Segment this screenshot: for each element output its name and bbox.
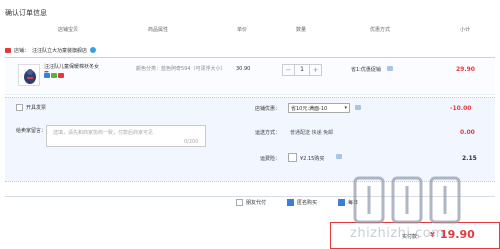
- invoice-option[interactable]: 开具发票: [16, 104, 46, 111]
- col-price: 单价: [237, 27, 248, 33]
- anonymous-label: 匿名购买: [297, 200, 318, 206]
- product-props: 颜色分类：蓝色阿奇594（可漂浮大小）: [136, 66, 226, 72]
- shop-icon: [5, 47, 11, 53]
- shop-discount-label: 店铺优惠：: [255, 106, 281, 112]
- insurance-info-icon[interactable]: [336, 154, 342, 161]
- shop-discount-option: 省10元:满面-10: [291, 105, 328, 112]
- discount-info-icon[interactable]: [387, 66, 393, 71]
- pay-for-other-checkbox[interactable]: [236, 199, 243, 206]
- col-props: 商品属性: [148, 27, 169, 33]
- unit-price: 30.90: [236, 66, 251, 72]
- invoice-checkbox[interactable]: [16, 104, 23, 111]
- shop-discount-select[interactable]: 省10元:满面-10 ▾: [288, 103, 350, 113]
- tag-7day-icon: [44, 73, 50, 78]
- shop-discount-value: -10.00: [450, 105, 472, 112]
- shop-label: 店铺：: [14, 47, 30, 54]
- quantity-stepper: − 1 +: [282, 64, 322, 76]
- shipping-method: 普通配送 快递 免邮: [290, 130, 334, 136]
- message-char-count: 0/200: [184, 139, 199, 145]
- shop-discount-info-icon[interactable]: [355, 105, 361, 112]
- tag-guarantee-icon: [51, 73, 57, 78]
- chevron-down-icon: ▾: [344, 105, 347, 111]
- qty-minus-button[interactable]: −: [283, 65, 294, 75]
- anonymous-checkbox[interactable]: [287, 199, 294, 206]
- invoice-label: 开具发票: [26, 105, 47, 111]
- watermark-logo: [353, 176, 461, 224]
- discount-method: 省1:优惠促销: [351, 67, 381, 73]
- shop-row: 店铺： 汪汪队立大功童装旗舰店: [5, 45, 97, 55]
- col-discount: 优惠方式: [370, 27, 391, 33]
- payment-total: 19.90: [440, 228, 475, 241]
- shipping-label: 运送方式：: [255, 130, 281, 136]
- message-label: 给卖家留言：: [16, 128, 47, 134]
- message-placeholder: 选填，请先和商家协商一致，付款后商家可见: [53, 130, 154, 136]
- watermark-text: zhizhizhi.com: [350, 226, 445, 241]
- anonymous-option[interactable]: 匿名购买: [287, 199, 317, 206]
- col-subtotal: 小计: [460, 27, 471, 33]
- qty-plus-button[interactable]: +: [310, 65, 321, 75]
- chat-icon[interactable]: [90, 47, 97, 53]
- col-qty: 数量: [296, 27, 307, 33]
- item-subtotal: 29.90: [456, 66, 475, 73]
- insurance-checkbox[interactable]: [288, 153, 297, 162]
- qty-input[interactable]: 1: [294, 65, 310, 75]
- shipping-value: 0.00: [460, 129, 475, 136]
- pay-for-other-option[interactable]: 朋友代付: [236, 199, 266, 206]
- col-shop-item: 店铺宝贝: [58, 27, 79, 33]
- insurance-label: 运费险：: [260, 156, 281, 162]
- pay-for-other-label: 朋友代付: [246, 200, 267, 206]
- tag-promo-icon: [58, 73, 64, 78]
- insurance-text: ¥2.15购买: [300, 156, 325, 162]
- product-tags: [44, 73, 64, 78]
- partial-checkbox[interactable]: [338, 199, 345, 206]
- insurance-value: 2.15: [462, 155, 477, 162]
- column-header: 店铺宝贝 商品属性 单价 数量 优惠方式 小计: [0, 26, 500, 35]
- shop-name-link[interactable]: 汪汪队立大功童装旗舰店: [32, 47, 87, 54]
- page-title: 确认订单信息: [5, 9, 47, 17]
- product-thumbnail[interactable]: [18, 64, 40, 86]
